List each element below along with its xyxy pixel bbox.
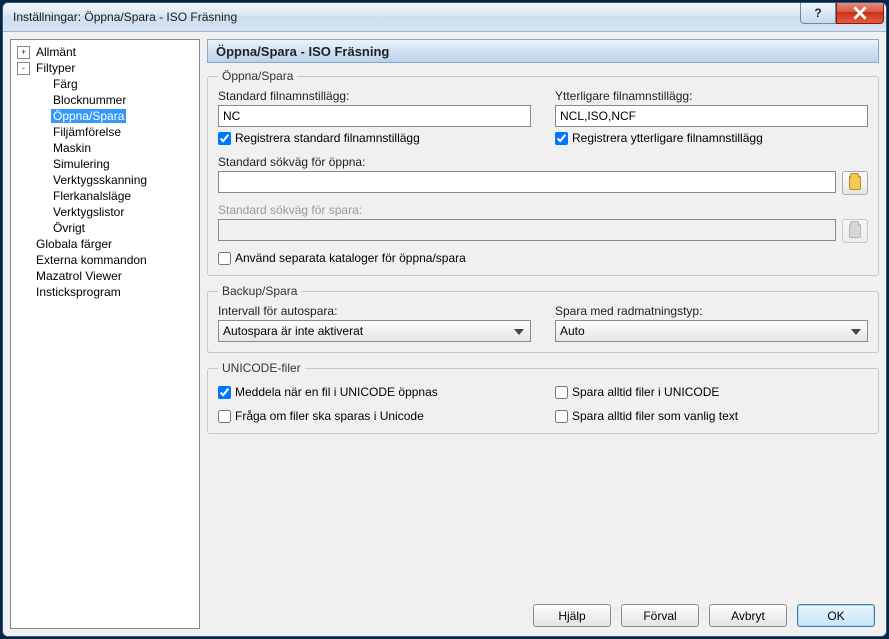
tree-item-label: Allmänt — [34, 45, 78, 59]
tree-item-label: Externa kommandon — [34, 253, 149, 267]
tree-item-verktygsskanning[interactable]: Verktygsskanning — [13, 172, 197, 188]
always-text-checkbox[interactable] — [555, 410, 568, 423]
chevron-down-icon — [849, 324, 863, 338]
page-title: Öppna/Spara - ISO Fräsning — [207, 39, 879, 63]
help-icon: ? — [814, 6, 821, 20]
tree-item-ovrigt-sub[interactable]: Övrigt — [13, 220, 197, 236]
help-button[interactable]: Hjälp — [533, 604, 611, 627]
tree-item-label: Globala färger — [34, 237, 114, 251]
tree-item-globala-farger[interactable]: Globala färger — [13, 236, 197, 252]
separate-dirs-checkbox[interactable] — [218, 252, 231, 265]
lineend-label: Spara med radmatningstyp: — [555, 304, 868, 318]
open-path-input[interactable] — [218, 171, 836, 193]
backup-save-legend: Backup/Spara — [218, 284, 301, 298]
chevron-down-icon — [512, 324, 526, 338]
lineend-value: Auto — [560, 324, 585, 338]
add-ext-label: Ytterligare filnamnstillägg: — [555, 89, 868, 103]
settings-window: Inställningar: Öppna/Spara - ISO Fräsnin… — [2, 2, 887, 637]
dialog-buttons: Hjälp Förval Avbryt OK — [207, 598, 879, 629]
tree-expander-icon[interactable]: - — [17, 62, 30, 75]
tree-item-label: Mazatrol Viewer — [34, 269, 124, 283]
autosave-interval-dropdown[interactable]: Autospara är inte aktiverat — [218, 320, 531, 342]
folder-icon — [849, 176, 861, 190]
std-ext-input[interactable] — [218, 105, 531, 127]
tree-item-insticksprogram[interactable]: Insticksprogram — [13, 284, 197, 300]
tree-item-externa-kommandon[interactable]: Externa kommandon — [13, 252, 197, 268]
tree-item-flerkanalslaege[interactable]: Flerkanalsläge — [13, 188, 197, 204]
tree-item-filtyper[interactable]: -Filtyper — [13, 60, 197, 76]
notify-unicode-open-checkbox[interactable] — [218, 386, 231, 399]
tree-item-label: Övrigt — [51, 221, 87, 235]
help-window-button[interactable]: ? — [800, 3, 836, 24]
close-icon — [853, 6, 867, 20]
tree-item-maskin[interactable]: Maskin — [13, 140, 197, 156]
titlebar[interactable]: Inställningar: Öppna/Spara - ISO Fräsnin… — [3, 3, 886, 32]
lineend-dropdown[interactable]: Auto — [555, 320, 868, 342]
close-window-button[interactable] — [836, 3, 884, 24]
save-path-input — [218, 219, 836, 241]
save-path-label: Standard sökväg för spara: — [218, 203, 868, 217]
tree-item-label: Färg — [51, 77, 80, 91]
autosave-interval-label: Intervall för autospara: — [218, 304, 531, 318]
category-tree[interactable]: +Allmänt-FiltyperFärgBlocknummerÖppna/Sp… — [10, 39, 200, 629]
open-save-group: Öppna/Spara Standard filnamnstillägg: Re… — [207, 69, 879, 276]
tree-item-label: Filtyper — [34, 61, 77, 75]
tree-item-label: Verktygsskanning — [51, 173, 149, 187]
tree-item-blocknummer[interactable]: Blocknummer — [13, 92, 197, 108]
always-unicode-label: Spara alltid filer i UNICODE — [572, 385, 719, 399]
register-std-ext-checkbox[interactable] — [218, 132, 231, 145]
window-title: Inställningar: Öppna/Spara - ISO Fräsnin… — [13, 10, 237, 24]
cancel-button[interactable]: Avbryt — [709, 604, 787, 627]
add-ext-input[interactable] — [555, 105, 868, 127]
register-std-ext-label: Registrera standard filnamnstillägg — [235, 131, 420, 145]
tree-item-oppna-spara[interactable]: Öppna/Spara — [13, 108, 197, 124]
notify-unicode-open-label: Meddela när en fil i UNICODE öppnas — [235, 385, 438, 399]
browse-open-path-button[interactable] — [842, 171, 868, 195]
tree-item-label: Maskin — [51, 141, 93, 155]
tree-item-filjamforelse[interactable]: Filjämförelse — [13, 124, 197, 140]
folder-icon — [849, 224, 861, 238]
browse-save-path-button — [842, 219, 868, 243]
tree-item-label: Flerkanalsläge — [51, 189, 133, 203]
tree-item-verktygslistor[interactable]: Verktygslistor — [13, 204, 197, 220]
ask-save-unicode-label: Fråga om filer ska sparas i Unicode — [235, 409, 424, 423]
always-text-label: Spara alltid filer som vanlig text — [572, 409, 738, 423]
tree-expander-icon[interactable]: + — [17, 46, 30, 59]
register-add-ext-label: Registrera ytterligare filnamnstillägg — [572, 131, 763, 145]
tree-item-label: Öppna/Spara — [51, 109, 126, 123]
unicode-group: UNICODE-filer Meddela när en fil i UNICO… — [207, 361, 879, 434]
unicode-legend: UNICODE-filer — [218, 361, 305, 375]
std-ext-label: Standard filnamnstillägg: — [218, 89, 531, 103]
tree-item-simulering[interactable]: Simulering — [13, 156, 197, 172]
ask-save-unicode-checkbox[interactable] — [218, 410, 231, 423]
defaults-button[interactable]: Förval — [621, 604, 699, 627]
always-unicode-checkbox[interactable] — [555, 386, 568, 399]
tree-item-farg[interactable]: Färg — [13, 76, 197, 92]
tree-item-label: Blocknummer — [51, 93, 128, 107]
register-add-ext-checkbox[interactable] — [555, 132, 568, 145]
backup-save-group: Backup/Spara Intervall för autospara: Au… — [207, 284, 879, 353]
open-path-label: Standard sökväg för öppna: — [218, 155, 868, 169]
autosave-interval-value: Autospara är inte aktiverat — [223, 324, 363, 338]
tree-item-label: Insticksprogram — [34, 285, 123, 299]
tree-item-label: Simulering — [51, 157, 112, 171]
separate-dirs-label: Använd separata kataloger för öppna/spar… — [235, 251, 466, 265]
tree-item-mazatrol-viewer[interactable]: Mazatrol Viewer — [13, 268, 197, 284]
ok-button[interactable]: OK — [797, 604, 875, 627]
tree-item-label: Filjämförelse — [51, 125, 123, 139]
tree-item-label: Verktygslistor — [51, 205, 126, 219]
open-save-legend: Öppna/Spara — [218, 69, 297, 83]
tree-item-allmant[interactable]: + Allmänt — [13, 44, 197, 60]
